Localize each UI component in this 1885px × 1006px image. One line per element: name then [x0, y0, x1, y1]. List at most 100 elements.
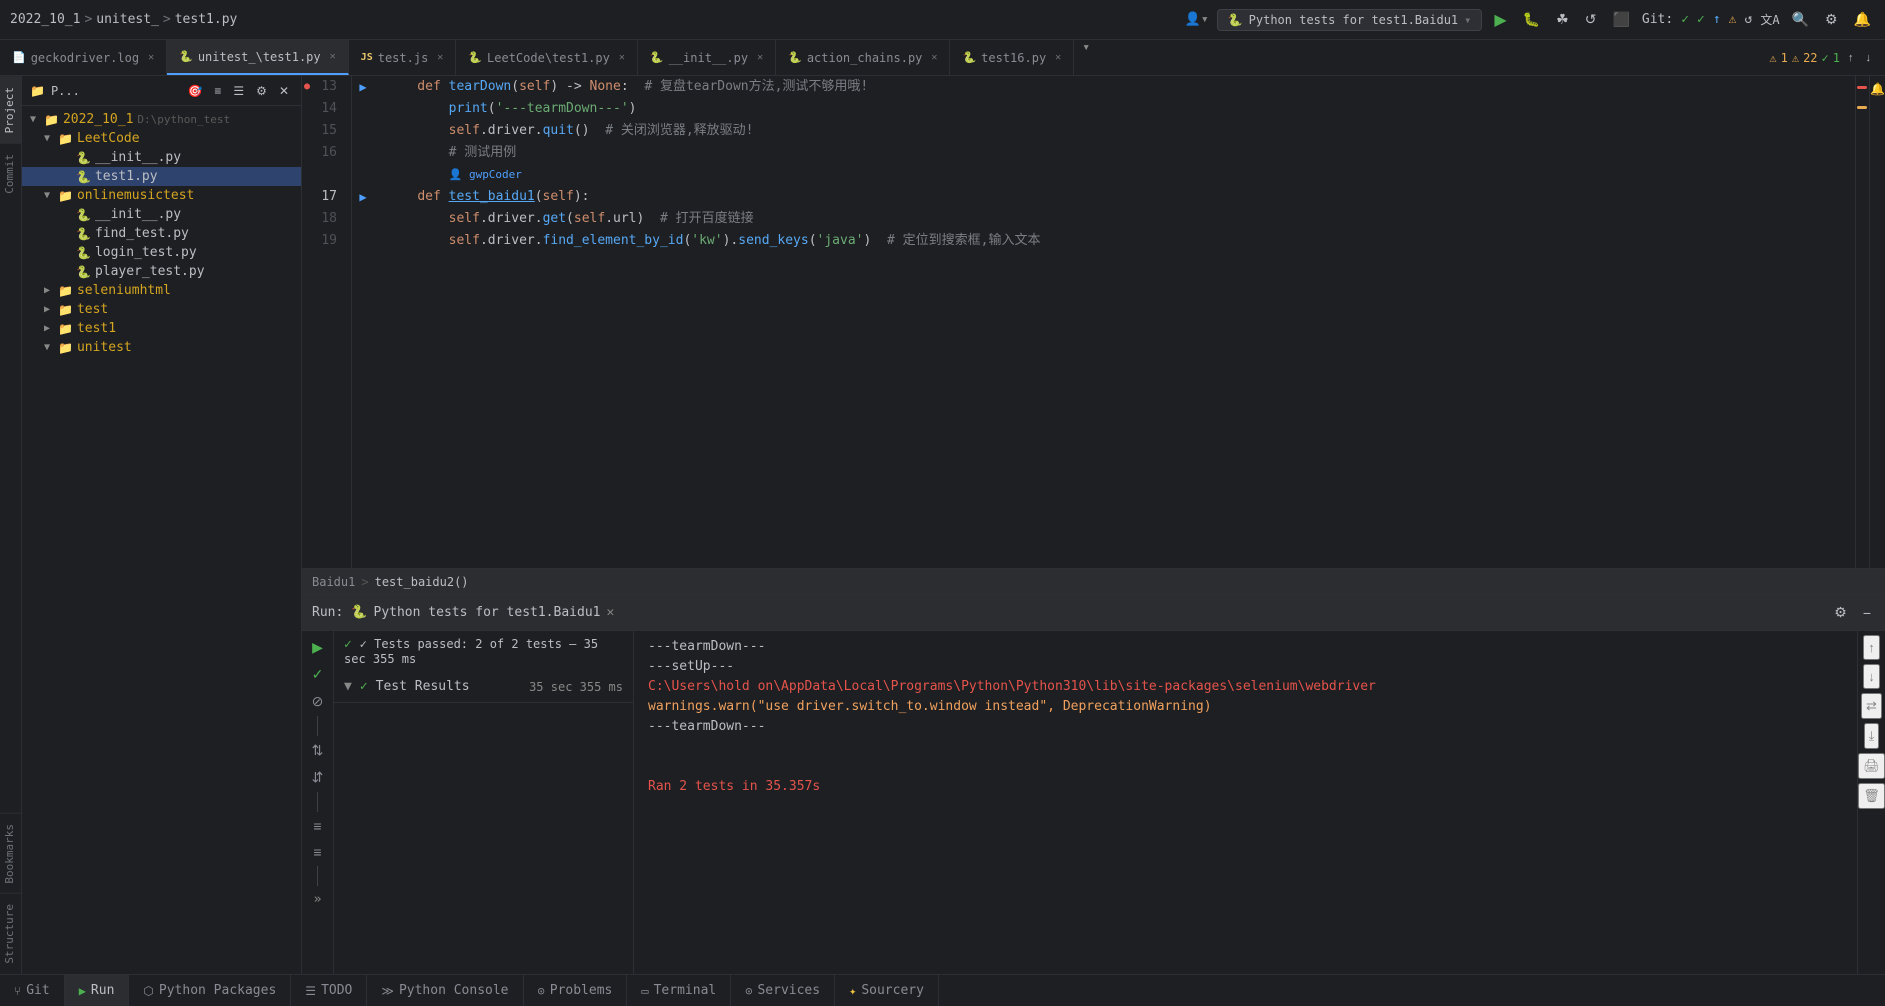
vtab-project[interactable]: Project	[0, 76, 21, 143]
run-more-btn[interactable]: »	[310, 888, 326, 911]
breakpoint-13: ●	[304, 76, 310, 98]
panel-settings-btn[interactable]: ⚙	[252, 82, 271, 100]
debug-button[interactable]: 🐛	[1519, 9, 1544, 30]
notif-bell-icon[interactable]: 🔔	[1868, 80, 1885, 98]
tree-item-unitest[interactable]: ▼ 📁 unitest	[22, 338, 301, 357]
status-run[interactable]: ▶ Run	[65, 975, 130, 1006]
output-area: ---tearmDown--- ---setUp--- C:\Users\hol…	[634, 631, 1857, 974]
tree-item-om-init[interactable]: 🐍 __init__.py	[22, 205, 301, 224]
run-check-btn[interactable]: ✓	[306, 662, 330, 687]
scroll-up-output-btn[interactable]: ↑	[1863, 635, 1880, 660]
tree-label-login-test: login_test.py	[95, 245, 197, 260]
search-button[interactable]: 🔍	[1788, 9, 1813, 30]
status-sourcery[interactable]: ✦ Sourcery	[835, 975, 939, 1006]
test-results-arrow[interactable]: ▼	[344, 679, 352, 694]
panel-list-btn[interactable]: ≡	[210, 82, 225, 100]
tab-geckodriver[interactable]: 📄 geckodriver.log ✕	[0, 40, 167, 75]
tab-close-geckodriver[interactable]: ✕	[148, 52, 154, 63]
editor-gutter: ● 13 14 15 16 17 18 19	[302, 76, 352, 568]
panel-menu-btn[interactable]: ☰	[229, 82, 248, 100]
git-sync-icon: ↺	[1745, 12, 1753, 27]
breadcrumb-class[interactable]: Baidu1	[312, 575, 355, 589]
tree-item-test1-folder[interactable]: ▶ 📁 test1	[22, 319, 301, 338]
scroll-down-button[interactable]: ↓	[1862, 50, 1876, 66]
panel-close-btn[interactable]: ✕	[275, 82, 293, 100]
warning-icon: ⚠	[1769, 51, 1776, 65]
status-terminal[interactable]: ▭ Terminal	[627, 975, 731, 1006]
tree-arrow-leetcode: ▼	[44, 133, 58, 144]
test-results-row[interactable]: ▼ ✓ Test Results 35 sec 355 ms	[334, 671, 633, 703]
breadcrumb-folder[interactable]: unitest_	[96, 12, 159, 27]
tab-close-init[interactable]: ✕	[757, 52, 763, 63]
run-stop-btn[interactable]: ⊘	[306, 689, 330, 714]
clear-btn[interactable]: 🗑	[1858, 783, 1885, 809]
todo-icon: ☰	[305, 984, 316, 998]
tab-more-button[interactable]: ▾	[1074, 40, 1098, 75]
tab-close-test16[interactable]: ✕	[1055, 52, 1061, 63]
python-console-label: Python Console	[399, 983, 509, 998]
save-output-btn[interactable]: ⤓	[1864, 723, 1880, 749]
settings-button[interactable]: ⚙	[1821, 9, 1842, 30]
tab-close-test1[interactable]: ✕	[330, 51, 336, 62]
panel-target-btn[interactable]: 🎯	[183, 82, 206, 100]
tab-leetcode-test1[interactable]: 🐍 LeetCode\test1.py ✕	[456, 40, 638, 75]
tab-test16[interactable]: 🐍 test16.py ✕	[950, 40, 1074, 75]
run-sort-asc-btn[interactable]: ⇅	[306, 738, 330, 763]
tab-close-action-chains[interactable]: ✕	[931, 52, 937, 63]
run-button[interactable]: ▶	[1490, 8, 1510, 32]
breadcrumb-file[interactable]: test1.py	[175, 12, 238, 27]
notifications-button[interactable]: 🔔	[1850, 9, 1875, 30]
vtab-commit[interactable]: Commit	[0, 143, 21, 204]
status-python-packages[interactable]: ⬡ Python Packages	[129, 975, 291, 1006]
rerun-button[interactable]: ↺	[1581, 9, 1601, 30]
scroll-up-button[interactable]: ↑	[1844, 50, 1858, 66]
tree-item-player-test[interactable]: 🐍 player_test.py	[22, 262, 301, 281]
tab-test1[interactable]: 🐍 unitest_\test1.py ✕	[167, 40, 349, 75]
run-arrow-17[interactable]: ▶	[359, 186, 366, 208]
line-blank	[302, 164, 345, 186]
tree-item-init-py[interactable]: 🐍 __init__.py	[22, 148, 301, 167]
status-git[interactable]: ⑂ Git	[0, 975, 65, 1006]
tree-item-onlinemusic[interactable]: ▼ 📁 onlinemusictest	[22, 186, 301, 205]
vtab-bookmarks[interactable]: Bookmarks	[0, 813, 21, 894]
tab-close-leetcode[interactable]: ✕	[619, 52, 625, 63]
coverage-button[interactable]: ☘	[1552, 9, 1573, 30]
tab-testjs[interactable]: JS test.js ✕	[349, 40, 457, 75]
status-python-console[interactable]: ≫ Python Console	[367, 975, 523, 1006]
tree-item-test1-py[interactable]: 🐍 test1.py	[22, 167, 301, 186]
file-tree: ▼ 📁 2022_10_1 D:\python_test ▼ 📁 LeetCod…	[22, 106, 301, 974]
code-content[interactable]: def tearDown(self) -> None: # 复盘tearDown…	[374, 76, 1855, 568]
run-panel-settings-btn[interactable]: ⚙	[1830, 602, 1851, 623]
python-console-icon: ≫	[381, 984, 394, 998]
run-collapse-btn[interactable]: ≡	[307, 840, 327, 864]
soft-wrap-btn[interactable]: ⇄	[1861, 693, 1882, 719]
tree-item-leetcode[interactable]: ▼ 📁 LeetCode	[22, 129, 301, 148]
run-arrow-13[interactable]: ▶	[359, 76, 366, 98]
tree-item-seleniumhtml[interactable]: ▶ 📁 seleniumhtml	[22, 281, 301, 300]
line-17: 17	[302, 186, 345, 208]
run-config-button[interactable]: 🐍 Python tests for test1.Baidu1 ▾	[1217, 9, 1483, 31]
tab-action-chains[interactable]: 🐍 action_chains.py ✕	[776, 40, 950, 75]
status-services[interactable]: ⊙ Services	[731, 975, 835, 1006]
run-play-btn[interactable]: ▶	[306, 635, 329, 660]
status-todo[interactable]: ☰ TODO	[291, 975, 367, 1006]
status-problems[interactable]: ⊙ Problems	[524, 975, 628, 1006]
vtab-structure[interactable]: Structure	[0, 893, 21, 974]
breadcrumb-project[interactable]: 2022_10_1	[10, 12, 80, 27]
line-16: 16	[302, 142, 345, 164]
tree-item-root[interactable]: ▼ 📁 2022_10_1 D:\python_test	[22, 110, 301, 129]
tab-init[interactable]: 🐍 __init__.py ✕	[638, 40, 776, 75]
tree-item-login-test[interactable]: 🐍 login_test.py	[22, 243, 301, 262]
run-sort-desc-btn[interactable]: ⇵	[306, 765, 330, 790]
run-expand-btn[interactable]: ≡	[307, 814, 327, 838]
tree-item-find-test[interactable]: 🐍 find_test.py	[22, 224, 301, 243]
print-btn[interactable]: 🖨	[1858, 753, 1885, 779]
scroll-down-output-btn[interactable]: ↓	[1863, 664, 1880, 689]
breadcrumb-method[interactable]: test_baidu2()	[375, 575, 469, 589]
tree-item-test[interactable]: ▶ 📁 test	[22, 300, 301, 319]
translate-icon: 文A	[1760, 11, 1779, 28]
tab-close-testjs[interactable]: ✕	[437, 52, 443, 63]
run-title-close-tab[interactable]: ✕	[606, 605, 614, 620]
run-panel-close-btn[interactable]: −	[1859, 603, 1875, 623]
stop-button[interactable]: ⬛	[1608, 9, 1633, 30]
